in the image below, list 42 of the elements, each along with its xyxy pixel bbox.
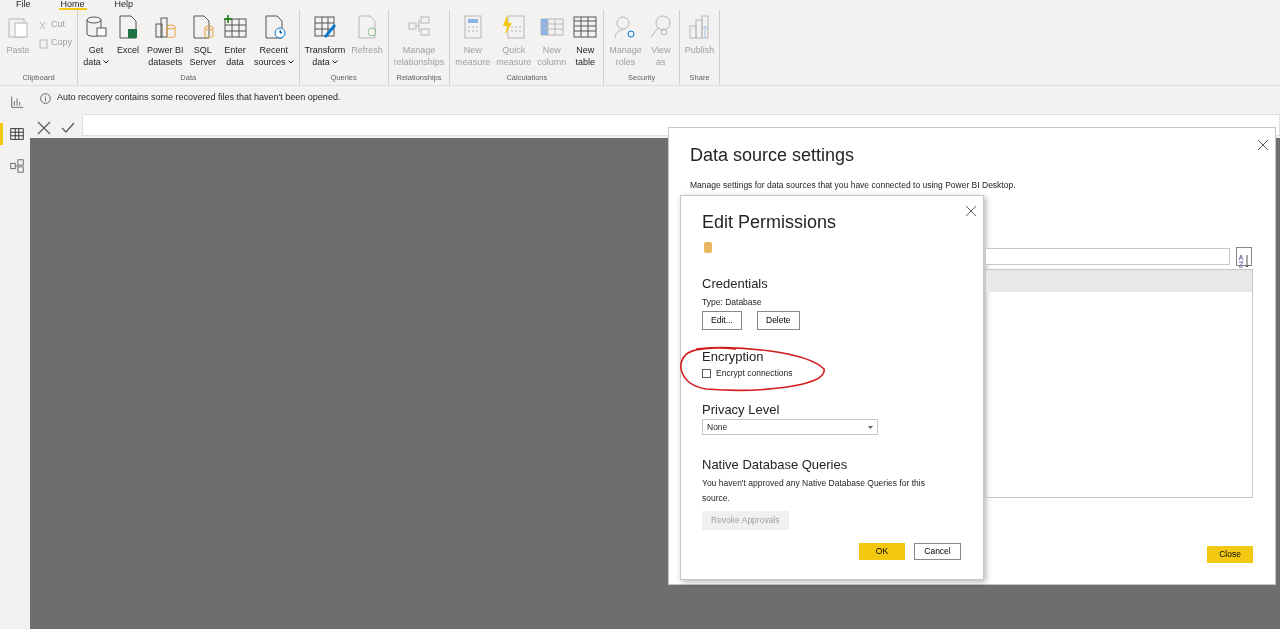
- edit-button[interactable]: Edit...: [702, 311, 742, 330]
- ribbon-button[interactable]: New table: [570, 14, 601, 72]
- info-icon: [40, 92, 51, 104]
- ribbon-button[interactable]: Excel: [113, 14, 143, 72]
- sort-icon[interactable]: [1236, 247, 1252, 266]
- table-pencil-icon: [311, 14, 338, 40]
- privacy-dropdown[interactable]: None: [702, 419, 878, 435]
- menu-tab[interactable]: Help: [112, 0, 136, 10]
- table-icon: [8, 126, 25, 142]
- ok-button[interactable]: OK: [859, 543, 905, 560]
- dataset-icon: [152, 14, 179, 40]
- delete-button[interactable]: Delete: [757, 311, 800, 330]
- calculator-lightning-icon: [500, 14, 527, 40]
- notification-text: Auto recovery contains some recovered files that haven't been opened.: [57, 91, 341, 105]
- credential-type: Type: Database: [702, 296, 762, 309]
- dialog-title: Edit Permissions: [702, 211, 837, 234]
- caret-icon: [868, 425, 873, 429]
- ribbon-button[interactable]: Get data: [81, 14, 111, 72]
- model-icon: [8, 158, 25, 174]
- section-heading: Encryption: [702, 348, 764, 366]
- section-heading: Native Database Queries: [702, 456, 848, 474]
- encrypt-checkbox[interactable]: Encrypt connections: [702, 367, 793, 380]
- menu-tab[interactable]: File: [14, 0, 33, 10]
- ribbon-button[interactable]: SQL Server: [187, 14, 219, 72]
- section-heading: Privacy Level: [702, 401, 780, 419]
- dialog-description: Manage settings for data sources that you have connected to using Power BI Desktop.: [690, 179, 1016, 192]
- dialog-title: Data source settings: [690, 144, 855, 167]
- copy-icon: [37, 36, 49, 50]
- report-icon: [8, 94, 25, 110]
- close-button[interactable]: Close: [1207, 546, 1253, 563]
- ribbon-button[interactable]: Transform data: [302, 14, 348, 72]
- section-heading: Credentials: [702, 275, 768, 293]
- ribbon-button[interactable]: Enter data: [220, 14, 251, 72]
- table-plus-icon: [222, 14, 249, 40]
- cancel-button[interactable]: Cancel: [914, 543, 961, 560]
- ribbon-button[interactable]: Power BI datasets: [145, 14, 186, 72]
- database-icon: [83, 14, 109, 40]
- search-field[interactable]: [985, 248, 1230, 265]
- native-queries-text: You haven't approved any Native Database Queries for this source.: [702, 477, 926, 505]
- table-icon: [572, 14, 599, 40]
- ribbon-button[interactable]: Recent sources: [252, 14, 296, 72]
- database-icon: [704, 242, 712, 253]
